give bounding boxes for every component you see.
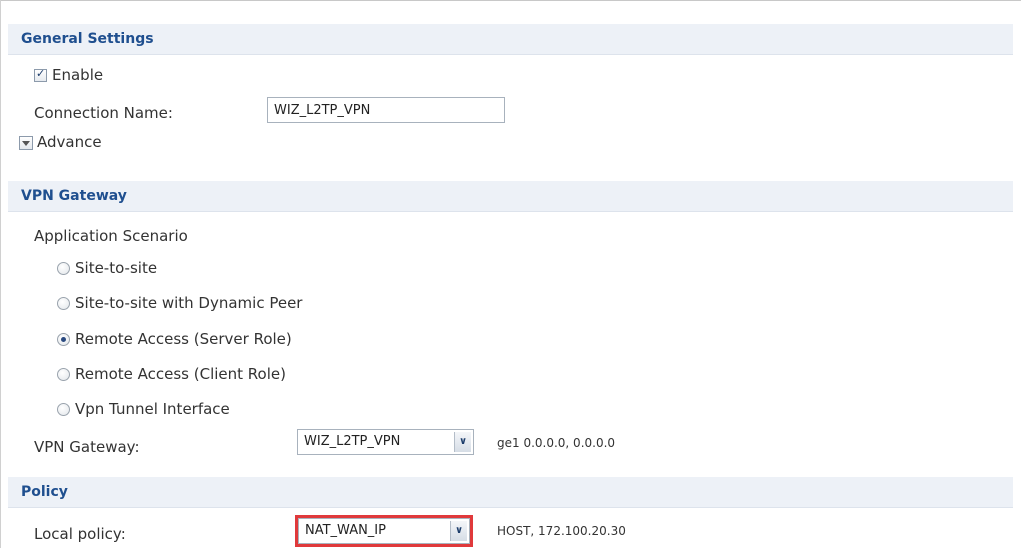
local-policy-label: Local policy:: [34, 525, 126, 543]
dropdown-button[interactable]: ∨: [454, 432, 471, 452]
scenario-label-site-to-site-dynamic-peer: Site-to-site with Dynamic Peer: [75, 294, 303, 312]
policy-header: Policy: [8, 477, 1013, 508]
dropdown-button[interactable]: ∨: [450, 521, 467, 541]
chevron-down-icon: ∨: [455, 525, 464, 536]
vpn-gateway-select-value: WIZ_L2TP_VPN: [304, 434, 401, 449]
general-settings-header: General Settings: [8, 24, 1013, 55]
chevron-down-icon: ∨: [459, 436, 468, 447]
checkmark-icon: ✓: [36, 67, 46, 80]
vpn-gateway-header: VPN Gateway: [8, 181, 1013, 212]
radio-remote-access-server[interactable]: [57, 333, 70, 346]
vpn-gateway-label: VPN Gateway:: [34, 438, 140, 456]
scenario-label-remote-access-server: Remote Access (Server Role): [75, 330, 292, 348]
advance-label[interactable]: Advance: [37, 133, 102, 151]
top-border: [0, 0, 1021, 1]
enable-checkbox[interactable]: ✓: [34, 67, 47, 82]
scenario-label-vpn-tunnel-interface: Vpn Tunnel Interface: [75, 400, 230, 418]
radio-site-to-site-dynamic-peer[interactable]: [57, 297, 70, 310]
radio-remote-access-client[interactable]: [57, 368, 70, 381]
vpn-gateway-info: ge1 0.0.0.0, 0.0.0.0: [497, 436, 616, 450]
expand-arrow-icon: [22, 141, 30, 146]
local-policy-info: HOST, 172.100.20.30: [497, 524, 626, 538]
radio-vpn-tunnel-interface[interactable]: [57, 403, 70, 416]
enable-label: Enable: [52, 66, 104, 84]
application-scenario-label: Application Scenario: [34, 227, 188, 245]
general-settings-title: General Settings: [21, 31, 154, 47]
scenario-label-remote-access-client: Remote Access (Client Role): [75, 365, 286, 383]
policy-title: Policy: [21, 484, 68, 500]
local-policy-select-value: NAT_WAN_IP: [305, 523, 386, 538]
connection-name-field[interactable]: [267, 97, 505, 123]
radio-selected-dot: [61, 337, 66, 342]
local-policy-select[interactable]: NAT_WAN_IP ∨: [295, 515, 473, 547]
scenario-label-site-to-site: Site-to-site: [75, 259, 158, 277]
vpn-gateway-select[interactable]: WIZ_L2TP_VPN ∨: [297, 429, 474, 455]
left-border: [0, 0, 1, 548]
radio-site-to-site[interactable]: [57, 262, 70, 275]
vpn-gateway-title: VPN Gateway: [21, 188, 127, 204]
connection-name-label: Connection Name:: [34, 104, 173, 122]
advance-toggle[interactable]: [19, 136, 33, 150]
